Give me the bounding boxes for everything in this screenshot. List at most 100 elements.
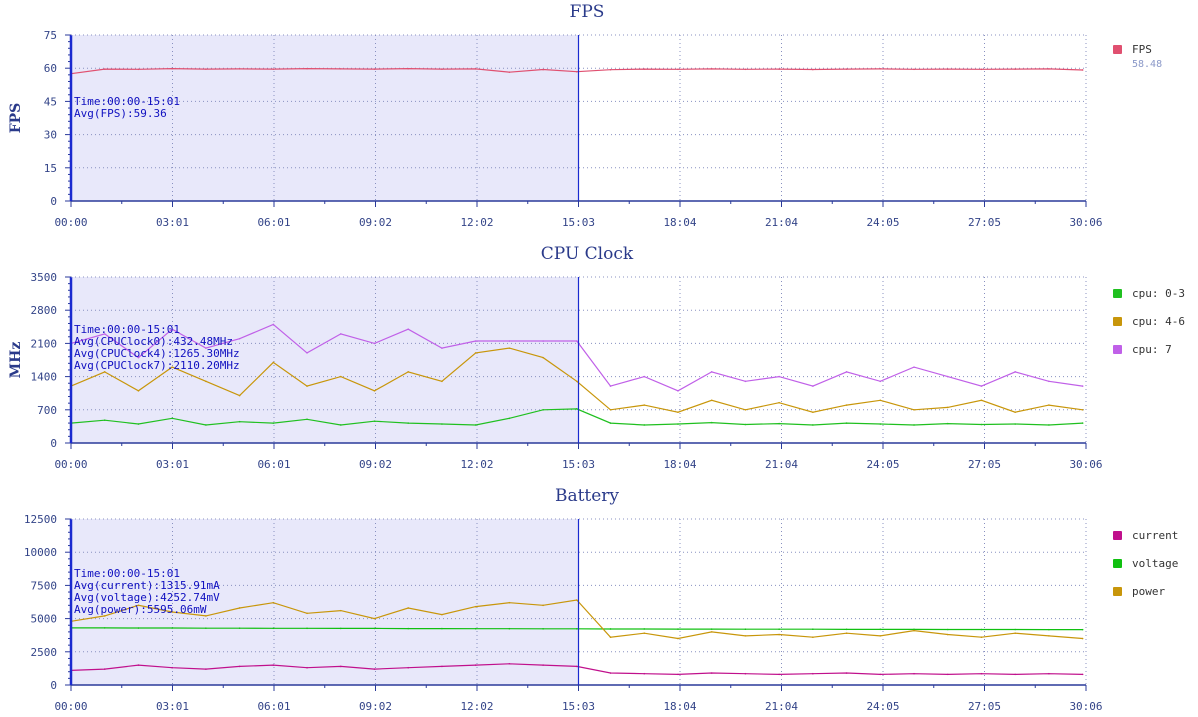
y-tick-label: 60	[44, 62, 57, 75]
info-line: Avg(FPS):59.36	[74, 107, 167, 120]
data-point	[643, 628, 646, 630]
y-tick-label: 5000	[31, 613, 58, 626]
data-point	[845, 68, 848, 70]
data-point	[441, 613, 443, 616]
x-tick-label: 30:06	[1069, 458, 1102, 471]
data-point	[677, 411, 679, 413]
data-point	[879, 628, 882, 631]
data-point	[407, 607, 410, 609]
data-point	[778, 68, 780, 70]
legend-item-voltage[interactable]: voltage	[1113, 557, 1178, 585]
data-point	[103, 68, 106, 70]
legend-label: voltage	[1132, 557, 1179, 570]
data-point	[373, 668, 376, 670]
data-point	[812, 411, 814, 413]
selection-info-fps: Time:00:00-15:01 Avg(FPS):59.36	[74, 96, 180, 120]
legend-item-cpu-0-3[interactable]: cpu: 0-3	[1113, 287, 1185, 315]
data-point	[946, 628, 949, 631]
data-point	[171, 67, 173, 70]
legend-label: FPS	[1132, 43, 1152, 56]
chart-0: 0 15 30 45 60 75 00:00 03:01 06:01 09:02 12:02 15:0…	[44, 29, 1103, 229]
info-line: Avg(power):5595.06mW	[74, 603, 207, 616]
data-point	[171, 627, 173, 629]
data-point	[508, 601, 511, 604]
data-point	[103, 627, 106, 629]
data-point	[272, 422, 275, 424]
data-point	[272, 627, 275, 630]
data-point	[508, 662, 511, 665]
data-point	[710, 371, 713, 373]
data-point	[1014, 673, 1016, 676]
legend-battery: current voltage power	[1113, 529, 1178, 613]
legend-swatch	[1113, 317, 1122, 326]
data-point	[441, 68, 443, 70]
data-point	[306, 418, 308, 421]
data-point	[946, 673, 949, 676]
data-point	[272, 601, 275, 604]
data-point	[272, 68, 275, 70]
data-point	[339, 68, 342, 70]
data-point	[441, 347, 443, 349]
data-point	[272, 361, 275, 364]
x-tick-label: 00:00	[54, 700, 87, 713]
data-point	[845, 672, 848, 674]
y-tick-label: 75	[44, 29, 57, 42]
x-tick-label: 18:04	[663, 458, 696, 471]
data-point	[576, 628, 578, 630]
data-point	[1014, 423, 1016, 425]
data-point	[171, 417, 173, 420]
data-point	[407, 666, 410, 669]
legend-item-cpu-7[interactable]: cpu: 7	[1113, 343, 1185, 371]
legend-label: power	[1132, 585, 1166, 598]
data-point	[171, 666, 173, 669]
x-tick-label: 30:06	[1069, 216, 1102, 229]
data-point	[812, 672, 814, 675]
data-point	[373, 342, 376, 345]
data-point	[980, 672, 983, 675]
data-point	[913, 672, 915, 675]
legend-item-power[interactable]: power	[1113, 585, 1178, 613]
x-tick-label: 24:05	[866, 700, 899, 713]
data-point	[913, 424, 915, 426]
info-line: Avg(CPUClock7):2110.20MHz	[74, 359, 240, 372]
data-point	[576, 70, 578, 73]
data-point	[946, 422, 949, 425]
data-point	[474, 352, 477, 354]
data-point	[474, 605, 477, 608]
legend-item-cpu-4-6[interactable]: cpu: 4-6	[1113, 315, 1185, 343]
data-point	[744, 628, 747, 631]
data-point	[1048, 404, 1050, 406]
data-point	[643, 404, 646, 406]
data-point	[542, 604, 544, 607]
data-point	[609, 628, 612, 630]
data-point	[137, 390, 140, 392]
legend-label: cpu: 0-3	[1132, 287, 1185, 300]
data-point	[508, 71, 511, 73]
x-tick-label: 24:05	[866, 216, 899, 229]
data-point	[205, 424, 207, 426]
data-point	[339, 665, 342, 668]
x-tick-label: 15:03	[562, 458, 595, 471]
x-tick-label: 27:05	[968, 700, 1001, 713]
legend-item-current[interactable]: current	[1113, 529, 1178, 557]
y-tick-label: 0	[50, 437, 57, 450]
data-point	[373, 617, 376, 620]
data-point	[609, 68, 612, 71]
data-point	[576, 665, 578, 668]
x-tick-label: 06:01	[257, 216, 290, 229]
data-point	[710, 421, 713, 424]
data-point	[812, 636, 814, 638]
data-point	[508, 627, 511, 630]
legend-cpu: cpu: 0-3 cpu: 4-6 cpu: 7	[1113, 287, 1185, 371]
data-point	[677, 673, 679, 676]
data-point	[508, 340, 511, 342]
data-point	[609, 385, 612, 387]
data-point	[441, 380, 443, 383]
data-point	[879, 673, 882, 676]
y-tick-label: 0	[50, 679, 57, 692]
data-point	[845, 632, 848, 635]
x-tick-label: 09:02	[359, 700, 392, 713]
data-point	[407, 67, 410, 70]
x-tick-label: 27:05	[968, 458, 1001, 471]
data-point	[306, 666, 308, 669]
